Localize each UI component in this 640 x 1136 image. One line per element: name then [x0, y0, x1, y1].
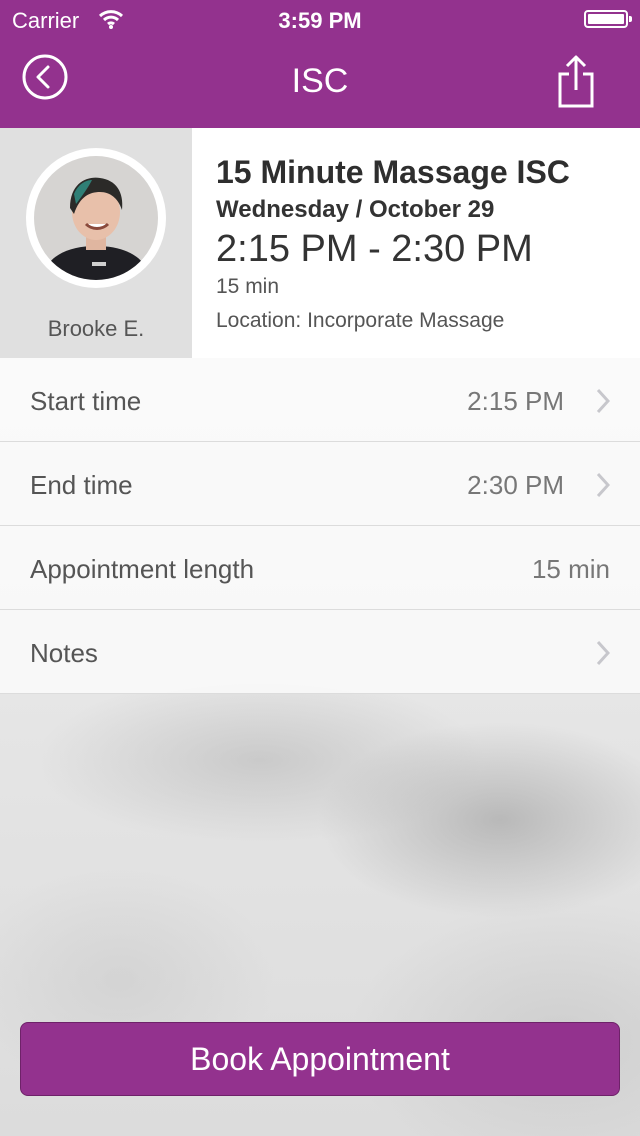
- staff-name: Brooke E.: [47, 316, 145, 341]
- row-label: Start time: [30, 386, 142, 416]
- staff-panel[interactable]: Brooke E.: [0, 128, 192, 358]
- row-label: Appointment length: [30, 554, 255, 584]
- chevron-right-icon: [596, 472, 610, 498]
- class-header-card: Brooke E. 15 Minute Massage ISC Wednesda…: [0, 128, 640, 358]
- navigation-bar: Carrier 3:59 PM ISC: [0, 0, 640, 128]
- page-title: ISC: [291, 62, 349, 100]
- appointment-length-row: Appointment length 15 min: [0, 526, 640, 610]
- avatar: [26, 148, 166, 288]
- row-value: 2:30 PM: [467, 470, 564, 500]
- staff-photo: [30, 152, 162, 284]
- class-time-range: 2:15 PM - 2:30 PM: [216, 228, 533, 270]
- book-appointment-button[interactable]: Book Appointment: [20, 1022, 620, 1096]
- appointment-details-list: Start time 2:15 PM End time 2:30 PM Appo…: [0, 358, 640, 694]
- row-label: End time: [30, 470, 133, 500]
- start-time-row[interactable]: Start time 2:15 PM: [0, 358, 640, 442]
- status-bar: Carrier 3:59 PM: [0, 0, 640, 40]
- share-icon: [558, 55, 594, 108]
- class-title: 15 Minute Massage ISC: [216, 154, 570, 190]
- class-location: Location: Incorporate Massage: [216, 309, 505, 332]
- notes-row[interactable]: Notes: [0, 610, 640, 694]
- row-value: 2:15 PM: [467, 386, 564, 416]
- share-button[interactable]: [556, 54, 596, 110]
- chevron-right-icon: [596, 388, 610, 414]
- end-time-row[interactable]: End time 2:30 PM: [0, 442, 640, 526]
- row-value: 15 min: [531, 554, 610, 584]
- class-duration: 15 min: [216, 275, 280, 298]
- class-date: Wednesday / October 29: [216, 196, 495, 223]
- status-time: 3:59 PM: [278, 8, 362, 33]
- battery-icon: [584, 10, 632, 28]
- chevron-right-icon: [596, 640, 610, 666]
- row-label: Notes: [30, 638, 98, 668]
